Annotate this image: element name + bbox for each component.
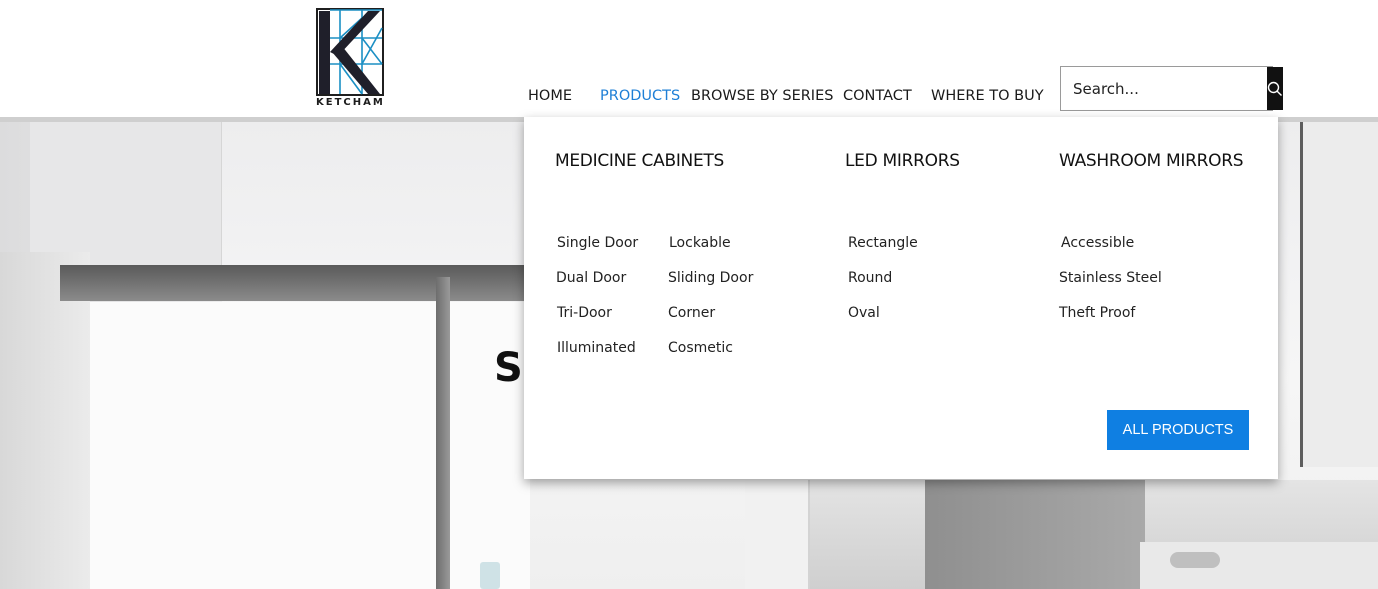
search-icon <box>1267 81 1282 96</box>
menu-link-theft-proof[interactable]: Theft Proof <box>1059 305 1135 321</box>
menu-link-round[interactable]: Round <box>848 270 892 286</box>
menu-title-washroom-mirrors[interactable]: WASHROOM MIRRORS <box>1059 151 1244 171</box>
menu-link-single-door[interactable]: Single Door <box>557 235 638 251</box>
products-mega-menu: MEDICINE CABINETS LED MIRRORS WASHROOM M… <box>524 117 1278 479</box>
menu-link-illuminated[interactable]: Illuminated <box>557 340 636 356</box>
menu-link-cosmetic[interactable]: Cosmetic <box>668 340 733 356</box>
search-button[interactable] <box>1267 67 1283 110</box>
site-header: KETCHAM HOME PRODUCTS BROWSE BY SERIES C… <box>0 0 1378 118</box>
nav-contact[interactable]: CONTACT <box>843 88 912 104</box>
menu-link-corner[interactable]: Corner <box>668 305 715 321</box>
menu-link-rectangle[interactable]: Rectangle <box>848 235 918 251</box>
ketcham-logo[interactable]: KETCHAM <box>316 8 384 110</box>
menu-title-led-mirrors[interactable]: LED MIRRORS <box>845 151 960 171</box>
menu-link-oval[interactable]: Oval <box>848 305 880 321</box>
menu-link-tri-door[interactable]: Tri-Door <box>557 305 612 321</box>
menu-link-stainless-steel[interactable]: Stainless Steel <box>1059 270 1162 286</box>
menu-link-accessible[interactable]: Accessible <box>1061 235 1134 251</box>
menu-link-dual-door[interactable]: Dual Door <box>556 270 626 286</box>
nav-home[interactable]: HOME <box>528 88 572 104</box>
menu-link-sliding-door[interactable]: Sliding Door <box>668 270 753 286</box>
all-products-button[interactable]: ALL PRODUCTS <box>1107 410 1249 450</box>
hero-heading: S <box>494 345 523 391</box>
logo-mark-icon <box>316 8 384 96</box>
nav-browse-by-series[interactable]: BROWSE BY SERIES <box>691 88 833 104</box>
menu-link-lockable[interactable]: Lockable <box>669 235 731 251</box>
search-box <box>1060 66 1283 111</box>
menu-title-medicine-cabinets[interactable]: MEDICINE CABINETS <box>555 151 724 171</box>
nav-where-to-buy[interactable]: WHERE TO BUY <box>931 88 1044 104</box>
logo-wordmark: KETCHAM <box>316 97 385 108</box>
nav-products[interactable]: PRODUCTS <box>600 88 680 104</box>
search-input[interactable] <box>1061 67 1267 110</box>
